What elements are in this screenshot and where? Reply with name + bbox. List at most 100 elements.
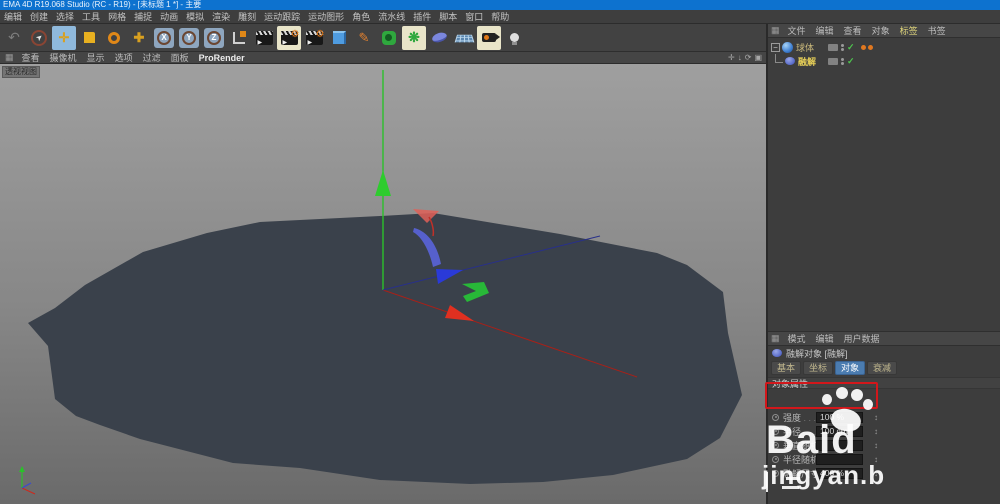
keyframe-dot-icon[interactable] bbox=[772, 456, 779, 463]
menu-help[interactable]: 帮助 bbox=[487, 10, 513, 23]
vp-menu-prorender[interactable]: ProRender bbox=[194, 53, 250, 63]
om-menu-view[interactable]: 查看 bbox=[839, 24, 867, 37]
tab-falloff[interactable]: 衰减 bbox=[867, 361, 897, 375]
x-axis-lock-button[interactable]: X bbox=[152, 26, 176, 50]
stepper-icon[interactable]: ↕ bbox=[874, 413, 878, 422]
toggle-panel-icon[interactable]: ▣ bbox=[754, 53, 762, 62]
select-tool-icon[interactable]: ➤ bbox=[27, 26, 51, 50]
work-area: ↶ ➤ ✛ ✚ X Y Z ⚙ ⚙ ✎ ❋ ▦ 查看 摄像机 显示 选项 过滤 … bbox=[0, 24, 766, 504]
floor-grid-icon bbox=[454, 34, 474, 42]
menu-character[interactable]: 角色 bbox=[348, 10, 374, 23]
rotate-view-icon[interactable]: ⟳ bbox=[745, 53, 752, 62]
viewport-layout-icon[interactable]: ▦ bbox=[2, 52, 17, 63]
stepper-icon[interactable]: ↕ bbox=[874, 427, 878, 436]
subdivision-surface-button[interactable] bbox=[377, 26, 401, 50]
vp-menu-filter[interactable]: 过滤 bbox=[138, 51, 166, 64]
light-button[interactable] bbox=[502, 26, 526, 50]
keyframe-dot-icon[interactable] bbox=[772, 470, 779, 477]
render-view-button[interactable] bbox=[252, 26, 276, 50]
visibility-dots[interactable] bbox=[841, 58, 844, 65]
tab-coordinates[interactable]: 坐标 bbox=[803, 361, 833, 375]
enabled-check-icon[interactable]: ✓ bbox=[847, 43, 855, 52]
keyframe-dot-icon[interactable] bbox=[772, 414, 779, 421]
layer-chip[interactable] bbox=[828, 58, 838, 65]
panel-grid-icon[interactable]: ▦ bbox=[768, 333, 783, 344]
add-cube-button[interactable] bbox=[327, 26, 351, 50]
spline-pen-button[interactable]: ✎ bbox=[352, 26, 376, 50]
om-menu-objects[interactable]: 对象 bbox=[867, 24, 895, 37]
vp-menu-panel[interactable]: 面板 bbox=[166, 51, 194, 64]
menu-tools[interactable]: 工具 bbox=[78, 10, 104, 23]
panel-grid-icon[interactable]: ▦ bbox=[768, 25, 783, 36]
am-menu-userdata[interactable]: 用户数据 bbox=[839, 332, 885, 345]
viewport-3d[interactable]: 透视视图 bbox=[0, 64, 766, 504]
om-menu-edit[interactable]: 编辑 bbox=[811, 24, 839, 37]
menu-pipeline[interactable]: 流水线 bbox=[374, 10, 409, 23]
melted-size-value-field[interactable]: 400 % bbox=[816, 468, 863, 479]
viewport-view-label[interactable]: 透视视图 bbox=[2, 66, 40, 78]
menu-create[interactable]: 创建 bbox=[26, 10, 52, 23]
y-axis-lock-button[interactable]: Y bbox=[177, 26, 201, 50]
object-manager-tree[interactable]: − 球体 ✓ 融解 ✓ bbox=[768, 38, 1000, 332]
strength-value-field[interactable]: 100 % bbox=[816, 412, 863, 423]
menu-render[interactable]: 渲染 bbox=[208, 10, 234, 23]
om-menu-tags[interactable]: 标签 bbox=[895, 24, 923, 37]
stepper-icon[interactable]: ↕ bbox=[874, 469, 878, 478]
generator-button[interactable]: ❋ bbox=[402, 26, 426, 50]
stepper-icon[interactable]: ↕ bbox=[874, 455, 878, 464]
render-settings-button[interactable]: ⚙ bbox=[302, 26, 326, 50]
z-axis-lock-button[interactable]: Z bbox=[202, 26, 226, 50]
last-used-tool-icon[interactable]: ✚ bbox=[127, 26, 151, 50]
menu-window[interactable]: 窗口 bbox=[461, 10, 487, 23]
tab-basic[interactable]: 基本 bbox=[771, 361, 801, 375]
zoom-icon[interactable]: ↓ bbox=[738, 53, 742, 62]
undo-icon[interactable]: ↶ bbox=[2, 26, 26, 50]
om-menu-file[interactable]: 文件 bbox=[783, 24, 811, 37]
menu-simulate[interactable]: 模拟 bbox=[182, 10, 208, 23]
menu-plugins[interactable]: 插件 bbox=[409, 10, 435, 23]
object-row-melt[interactable]: 融解 ✓ bbox=[768, 54, 1000, 68]
object-name-sphere[interactable]: 球体 bbox=[796, 41, 814, 54]
menu-motion-tracker[interactable]: 运动跟踪 bbox=[260, 10, 304, 23]
menu-mograph[interactable]: 运动图形 bbox=[304, 10, 348, 23]
keyframe-dot-icon[interactable] bbox=[772, 442, 779, 449]
am-menu-mode[interactable]: 模式 bbox=[783, 332, 811, 345]
visibility-dots[interactable] bbox=[841, 44, 844, 51]
floor-button[interactable] bbox=[452, 26, 476, 50]
vp-menu-options[interactable]: 选项 bbox=[110, 51, 138, 64]
collapse-toggle-icon[interactable]: − bbox=[771, 43, 780, 52]
camera-button[interactable] bbox=[477, 26, 501, 50]
vp-menu-cameras[interactable]: 摄像机 bbox=[45, 51, 82, 64]
object-row-sphere[interactable]: − 球体 ✓ bbox=[768, 40, 1000, 54]
render-to-picture-viewer-button[interactable]: ⚙ bbox=[277, 26, 301, 50]
radial-random-value-field[interactable] bbox=[816, 454, 863, 465]
menu-edit[interactable]: 编辑 bbox=[0, 10, 26, 23]
vertical-random-value-field[interactable] bbox=[816, 440, 863, 451]
stepper-icon[interactable]: ↕ bbox=[874, 441, 878, 450]
menu-animate[interactable]: 动画 bbox=[156, 10, 182, 23]
menu-snap[interactable]: 捕捉 bbox=[130, 10, 156, 23]
attribute-manager-menubar: ▦ 模式 编辑 用户数据 bbox=[768, 332, 1000, 346]
tag-icons[interactable] bbox=[861, 45, 873, 50]
layer-chip[interactable] bbox=[828, 44, 838, 51]
am-menu-edit[interactable]: 编辑 bbox=[811, 332, 839, 345]
keyframe-dot-icon[interactable] bbox=[772, 428, 779, 435]
vp-menu-view[interactable]: 查看 bbox=[17, 51, 45, 64]
menu-script[interactable]: 脚本 bbox=[435, 10, 461, 23]
rotate-tool-icon[interactable] bbox=[102, 26, 126, 50]
tab-object[interactable]: 对象 bbox=[835, 361, 865, 375]
move-tool-icon[interactable]: ✛ bbox=[52, 26, 76, 50]
menu-mesh[interactable]: 网格 bbox=[104, 10, 130, 23]
pan-icon[interactable]: ✛ bbox=[728, 53, 735, 62]
enabled-check-icon[interactable]: ✓ bbox=[847, 57, 855, 66]
menu-select[interactable]: 选择 bbox=[52, 10, 78, 23]
deformer-button[interactable] bbox=[427, 26, 451, 50]
scale-tool-icon[interactable] bbox=[77, 26, 101, 50]
object-name-melt[interactable]: 融解 bbox=[798, 55, 816, 68]
menu-sculpt[interactable]: 雕刻 bbox=[234, 10, 260, 23]
coordinate-system-button[interactable] bbox=[227, 26, 251, 50]
attribute-object-title: 融解对象 [融解] bbox=[768, 346, 1000, 360]
om-menu-bookmarks[interactable]: 书签 bbox=[923, 24, 951, 37]
vp-menu-display[interactable]: 显示 bbox=[82, 51, 110, 64]
radius-value-field[interactable]: 100 cm bbox=[816, 426, 863, 437]
